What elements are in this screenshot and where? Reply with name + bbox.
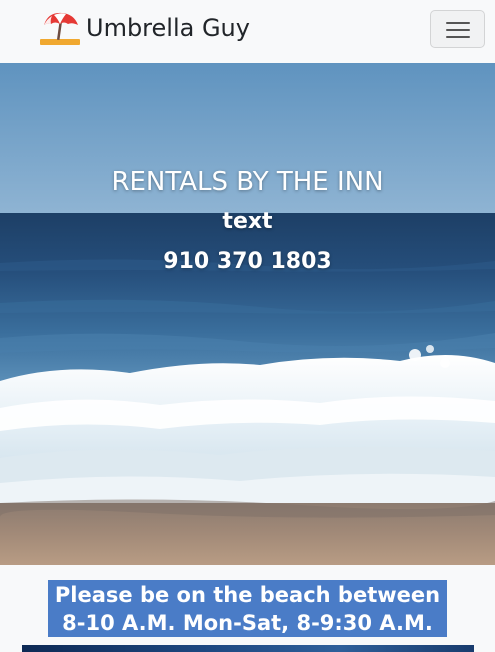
ocean-background-image [0, 63, 495, 565]
menu-bar-top [446, 22, 470, 24]
brand-name: Umbrella Guy [86, 14, 250, 42]
next-section-image-edge [22, 645, 474, 652]
menu-bar-middle [446, 29, 470, 31]
hero-phone-number: 910 370 1803 [163, 249, 332, 274]
beach-umbrella-icon [40, 12, 80, 45]
hero-subtitle: text [222, 209, 273, 234]
brand-link[interactable]: Umbrella Guy [40, 11, 250, 45]
hero-section: RENTALS BY THE INN text 910 370 1803 [0, 63, 495, 565]
menu-bar-bottom [446, 36, 470, 38]
hero-title: RENTALS BY THE INN [111, 167, 384, 197]
beach-time-notice: Please be on the beach between 8-10 A.M.… [48, 580, 447, 637]
navbar: Umbrella Guy [0, 0, 495, 63]
menu-toggle-button[interactable] [430, 10, 485, 48]
